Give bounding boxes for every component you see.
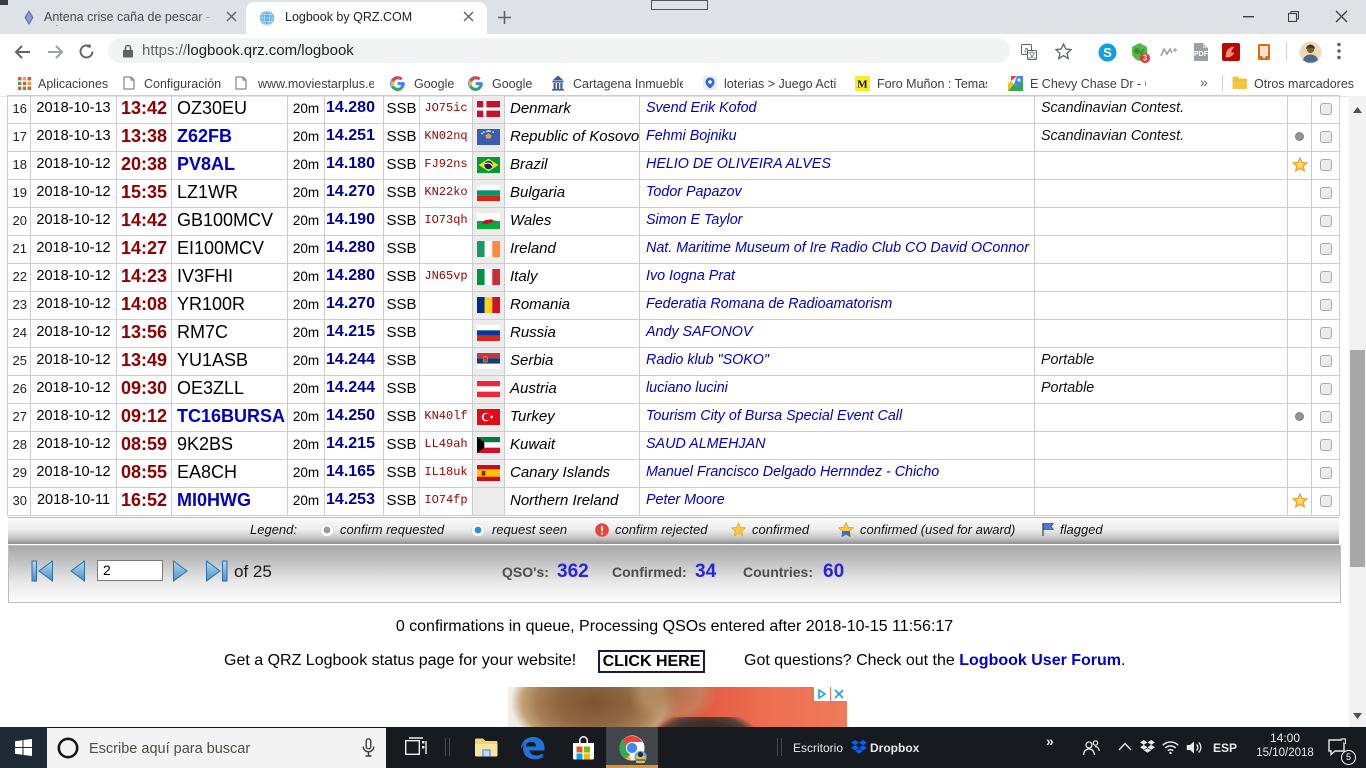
svg-text:PDF: PDF bbox=[1194, 51, 1209, 58]
svg-text:M: M bbox=[857, 79, 868, 91]
svg-text:文: 文 bbox=[1028, 50, 1036, 60]
svg-text:S: S bbox=[1103, 45, 1112, 60]
svg-text:3: 3 bbox=[1143, 54, 1148, 63]
